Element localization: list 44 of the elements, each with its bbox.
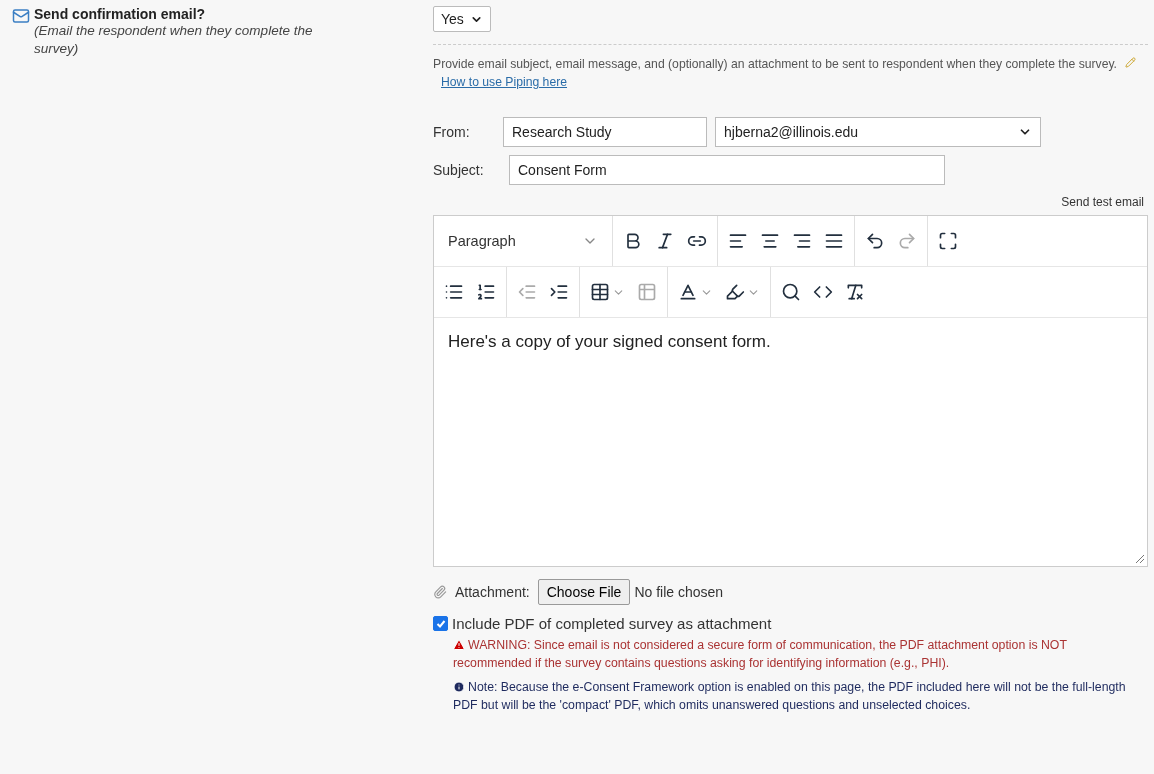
bullet-list-icon xyxy=(444,282,464,302)
align-right-icon xyxy=(792,231,812,251)
from-label: From: xyxy=(433,124,471,140)
block-format-dropdown[interactable]: Paragraph xyxy=(438,233,608,249)
redo-icon xyxy=(897,231,917,251)
send-test-email-link[interactable]: Send test email xyxy=(1061,195,1144,209)
numbered-list-icon xyxy=(476,282,496,302)
email-body-text: Here's a copy of your signed consent form. xyxy=(448,332,771,351)
file-status: No file chosen xyxy=(634,584,724,600)
email-icon xyxy=(12,7,30,25)
include-pdf-checkbox[interactable] xyxy=(433,616,448,631)
question-hint: (Email the respondent when they complete the survey) xyxy=(34,22,314,58)
align-left-icon xyxy=(728,231,748,251)
note-text: Note: Because the e-Consent Framework option is enabled on this page, the PDF included here will not be the full-length PDF but will be the 'compact' PDF, which omits unanswered questions and unselected choices. xyxy=(452,679,1127,714)
paperclip-icon xyxy=(433,585,447,599)
choose-file-button[interactable]: Choose File xyxy=(537,579,631,605)
undo-icon xyxy=(865,231,885,251)
indent-icon xyxy=(549,282,569,302)
subject-field[interactable]: Consent Form xyxy=(509,155,945,185)
include-pdf-label: Include PDF of completed survey as attachment xyxy=(452,615,772,632)
pencil-icon xyxy=(1125,57,1136,68)
subject-label: Subject: xyxy=(433,162,485,178)
text-color-icon xyxy=(678,282,698,302)
search-icon xyxy=(781,282,801,302)
table-props-icon xyxy=(637,282,657,302)
attachment-label: Attachment: xyxy=(455,584,530,600)
outdent-icon xyxy=(517,282,537,302)
from-email-select[interactable]: hjberna2@illinois.edu xyxy=(715,117,1041,147)
clear-format-icon xyxy=(845,282,865,302)
question-title: Send confirmation email? xyxy=(34,6,207,22)
table-icon xyxy=(590,282,610,302)
piping-link[interactable]: How to use Piping here xyxy=(441,75,567,89)
justify-icon xyxy=(824,231,844,251)
warning-text: WARNING: Since email is not considered a secure form of communication, the PDF attachment option is NOT recommended if the survey contains questions asking for identifying information (e.g., PHI). xyxy=(452,637,1068,672)
resize-handle-icon[interactable] xyxy=(1136,555,1144,563)
from-name-field[interactable]: Research Study xyxy=(503,117,707,147)
align-center-icon xyxy=(760,231,780,251)
italic-icon xyxy=(655,231,675,251)
enable-select[interactable]: Yes xyxy=(433,6,491,32)
instructions-text: Provide email subject, email message, and (optionally) an attachment to be sent to respondent when they complete the survey. How to use Piping here xyxy=(433,55,1148,91)
fullscreen-icon xyxy=(938,231,958,251)
info-icon xyxy=(453,681,465,693)
warning-icon xyxy=(453,639,465,651)
highlight-icon xyxy=(725,282,745,302)
